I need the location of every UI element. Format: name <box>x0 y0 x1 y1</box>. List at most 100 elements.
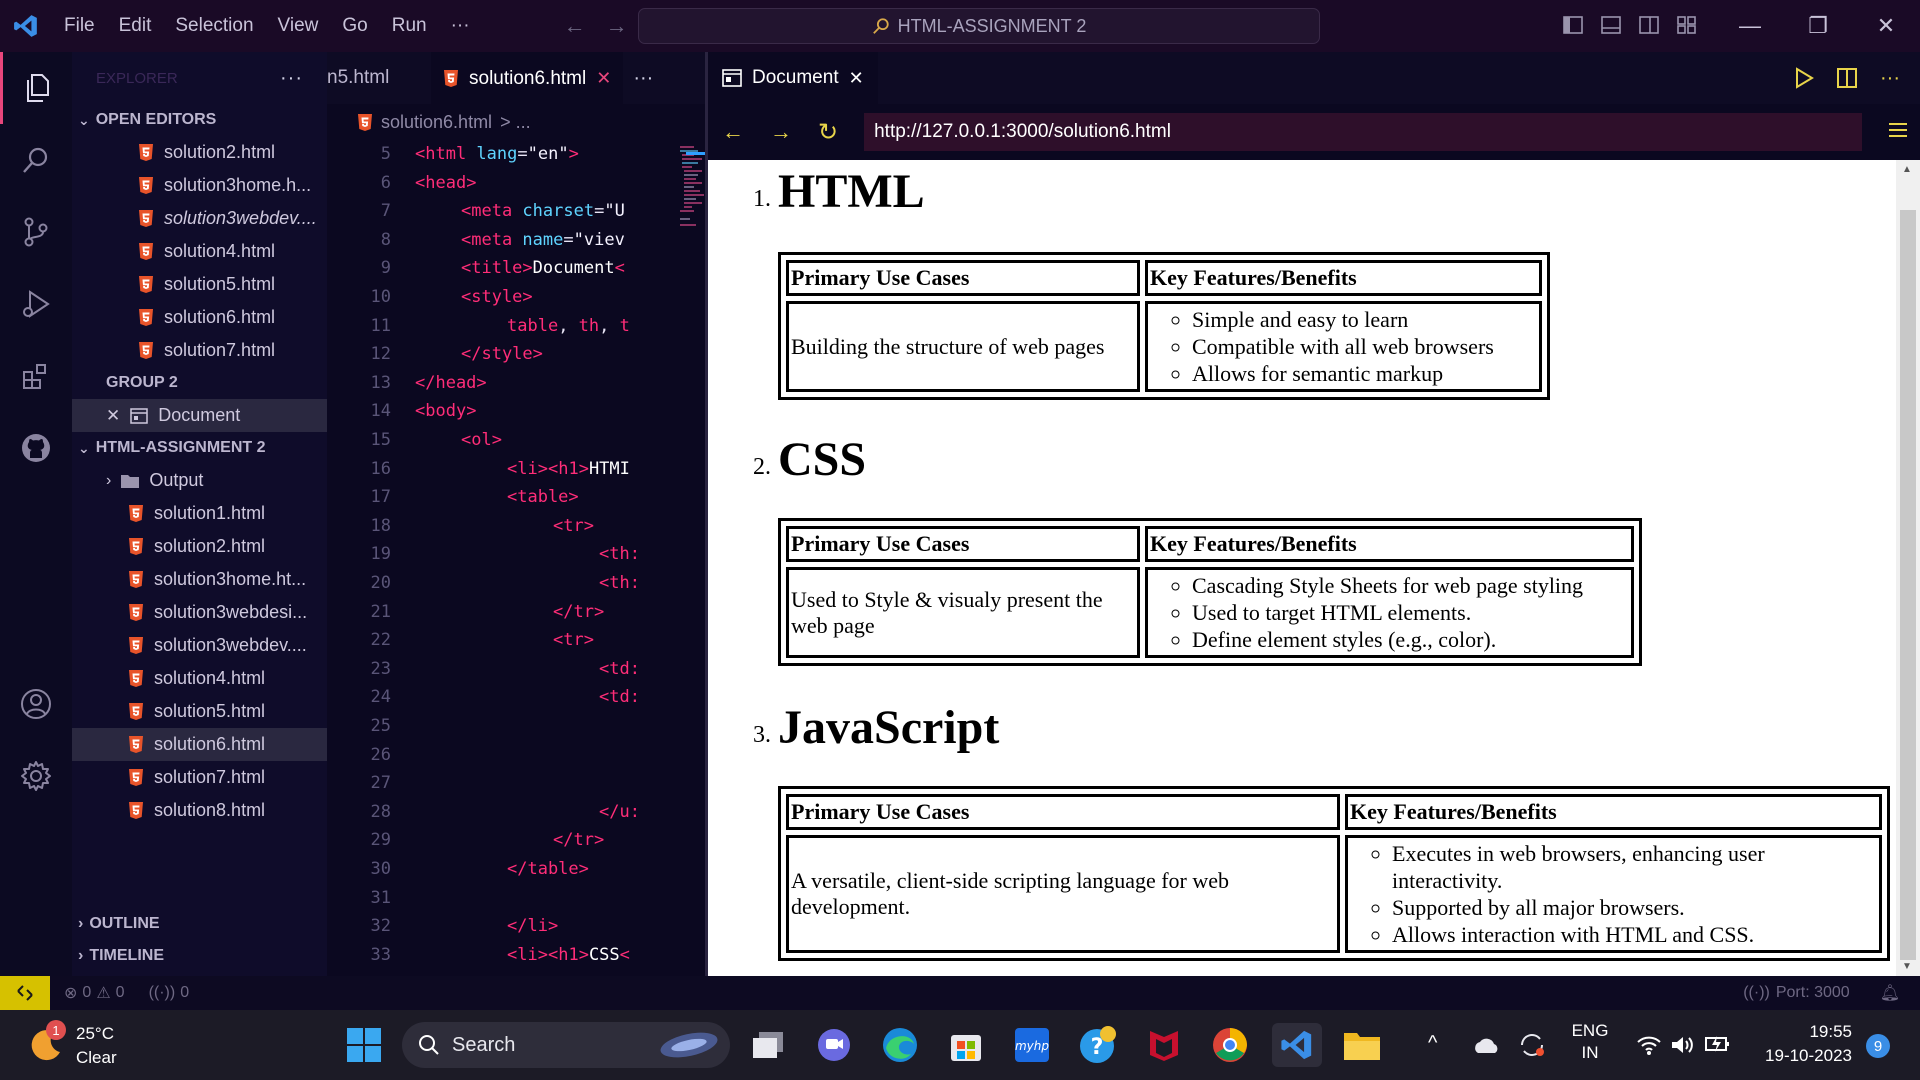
account-icon[interactable] <box>0 668 72 740</box>
code-editor[interactable]: 5 <html lang="en"> 6 <head> 7 <meta charset="… <box>327 140 705 976</box>
edge-icon[interactable] <box>878 1023 922 1067</box>
minimap[interactable] <box>660 140 705 976</box>
sync-icon[interactable] <box>1518 1032 1546 1058</box>
more-actions-icon[interactable]: ··· <box>623 52 663 104</box>
extensions-icon[interactable] <box>0 340 72 412</box>
gear-icon[interactable] <box>0 740 72 812</box>
file-tree-item[interactable]: solution3home.ht... <box>72 563 327 596</box>
customize-layout-icon[interactable] <box>1676 14 1698 36</box>
page-scrollbar[interactable]: ▲ ▼ <box>1896 160 1920 976</box>
file-tree-item[interactable]: solution5.html <box>72 695 327 728</box>
menu-view[interactable]: View <box>266 15 331 37</box>
command-center-search[interactable]: HTML-ASSIGNMENT 2 <box>638 8 1320 44</box>
open-editor-item[interactable]: solution5.html <box>72 268 327 301</box>
split-editor-icon[interactable] <box>1836 67 1858 89</box>
bell-icon[interactable]: 🔔︎ <box>1880 983 1900 1003</box>
chrome-icon[interactable] <box>1208 1023 1252 1067</box>
close-icon[interactable]: ✕ <box>849 68 864 89</box>
reload-icon[interactable]: ↻ <box>818 118 838 147</box>
file-tree-item[interactable]: solution6.html <box>72 728 327 761</box>
menu-edit[interactable]: Edit <box>107 15 164 37</box>
open-editor-item[interactable]: solution3webdev.... <box>72 202 327 235</box>
start-button[interactable] <box>342 1023 386 1067</box>
more-actions-icon[interactable]: ··· <box>1880 67 1900 90</box>
myhp-icon[interactable]: myhp <box>1010 1023 1054 1067</box>
breadcrumb-file[interactable]: solution6.html <box>381 112 492 133</box>
timeline-section[interactable]: › TIMELINE <box>72 940 327 972</box>
scrollbar-thumb[interactable] <box>1900 210 1916 960</box>
file-tree-item[interactable]: solution2.html <box>72 530 327 563</box>
run-debug-icon[interactable] <box>0 268 72 340</box>
volume-icon[interactable] <box>1670 1034 1696 1056</box>
toggle-panel-icon[interactable] <box>1600 14 1622 36</box>
close-icon[interactable]: ✕ <box>1852 0 1920 52</box>
search-icon[interactable] <box>0 124 72 196</box>
remote-indicator[interactable] <box>0 976 50 1010</box>
menu-run[interactable]: Run <box>380 15 439 37</box>
language-indicator[interactable]: ENG IN <box>1566 1020 1614 1064</box>
notification-badge[interactable]: 9 <box>1866 1034 1890 1058</box>
outline-section[interactable]: › OUTLINE <box>72 908 327 940</box>
tab-document[interactable]: Document ✕ <box>708 52 878 104</box>
open-editor-item[interactable]: solution4.html <box>72 235 327 268</box>
more-actions-icon[interactable]: ··· <box>280 67 303 90</box>
ports-indicator[interactable]: ((·)) 0 <box>149 984 190 1002</box>
taskbar-search[interactable]: Search <box>402 1022 730 1068</box>
file-tree-item[interactable]: solution4.html <box>72 662 327 695</box>
store-icon[interactable] <box>944 1023 988 1067</box>
scroll-down-icon[interactable]: ▼ <box>1902 961 1912 972</box>
forward-arrow-icon[interactable]: → <box>770 119 792 145</box>
toggle-primary-sidebar-icon[interactable] <box>1562 14 1584 36</box>
source-control-icon[interactable] <box>0 196 72 268</box>
restore-icon[interactable]: ❐ <box>1784 0 1852 52</box>
teams-chat-icon[interactable] <box>812 1023 856 1067</box>
run-icon[interactable] <box>1794 67 1814 89</box>
file-tree-item[interactable]: solution3webdev.... <box>72 629 327 662</box>
tab-solution6[interactable]: solution6.html ✕ <box>431 52 624 104</box>
open-editor-item[interactable]: solution3home.h... <box>72 169 327 202</box>
file-tree-item[interactable]: solution3webdesi... <box>72 596 327 629</box>
weather-widget[interactable]: 1 25°C Clear <box>28 1018 148 1072</box>
wifi-icon[interactable] <box>1636 1034 1662 1056</box>
task-view-icon[interactable] <box>746 1023 790 1067</box>
open-editor-item[interactable]: solution2.html <box>72 136 327 169</box>
mcafee-icon[interactable] <box>1142 1023 1186 1067</box>
file-tree-item[interactable]: solution1.html <box>72 497 327 530</box>
vscode-logo-icon[interactable] <box>0 0 52 52</box>
onedrive-icon[interactable] <box>1472 1036 1500 1054</box>
minimize-icon[interactable]: — <box>1716 0 1784 52</box>
folder-output[interactable]: › Output <box>72 464 327 497</box>
clock[interactable]: 19:55 19-10-2023 <box>1752 1020 1852 1068</box>
help-icon[interactable]: ? <box>1076 1023 1120 1067</box>
toggle-secondary-sidebar-icon[interactable] <box>1638 14 1660 36</box>
breadcrumb-rest[interactable]: > ... <box>500 112 531 133</box>
menu-go[interactable]: Go <box>330 15 379 37</box>
scroll-up-icon[interactable]: ▲ <box>1902 164 1912 175</box>
file-explorer-icon[interactable] <box>1340 1023 1384 1067</box>
menu-file[interactable]: File <box>52 15 107 37</box>
tab-solution5[interactable]: n5.html <box>327 52 431 104</box>
battery-icon[interactable] <box>1704 1032 1732 1056</box>
open-editors-section[interactable]: ⌄ OPEN EDITORS <box>72 104 327 136</box>
menu-icon[interactable] <box>1888 121 1908 144</box>
chevron-up-icon[interactable]: ^ <box>1428 1032 1437 1055</box>
explorer-icon[interactable] <box>0 52 72 124</box>
group2-document-item[interactable]: ✕ Document <box>72 399 327 432</box>
github-icon[interactable] <box>0 412 72 484</box>
close-icon[interactable]: ✕ <box>106 406 120 426</box>
open-editor-item[interactable]: solution6.html <box>72 301 327 334</box>
url-input[interactable]: http://127.0.0.1:3000/solution6.html <box>864 113 1862 151</box>
live-server-port[interactable]: ((·)) Port: 3000 <box>1743 984 1849 1002</box>
close-icon[interactable]: ✕ <box>596 68 611 89</box>
back-arrow-icon[interactable]: ← <box>564 13 586 39</box>
open-editor-item[interactable]: solution7.html <box>72 334 327 367</box>
menu-selection[interactable]: Selection <box>163 15 265 37</box>
menu-more-icon[interactable]: ··· <box>439 15 482 37</box>
problems-indicator[interactable]: ⊗ 0 ⚠ 0 <box>64 983 125 1003</box>
forward-arrow-icon[interactable]: → <box>606 13 628 39</box>
project-section[interactable]: ⌄ HTML-ASSIGNMENT 2 <box>72 432 327 464</box>
file-tree-item[interactable]: solution7.html <box>72 761 327 794</box>
back-arrow-icon[interactable]: ← <box>722 119 744 145</box>
vscode-taskbar-icon[interactable] <box>1272 1023 1322 1067</box>
file-tree-item[interactable]: solution8.html <box>72 794 327 827</box>
